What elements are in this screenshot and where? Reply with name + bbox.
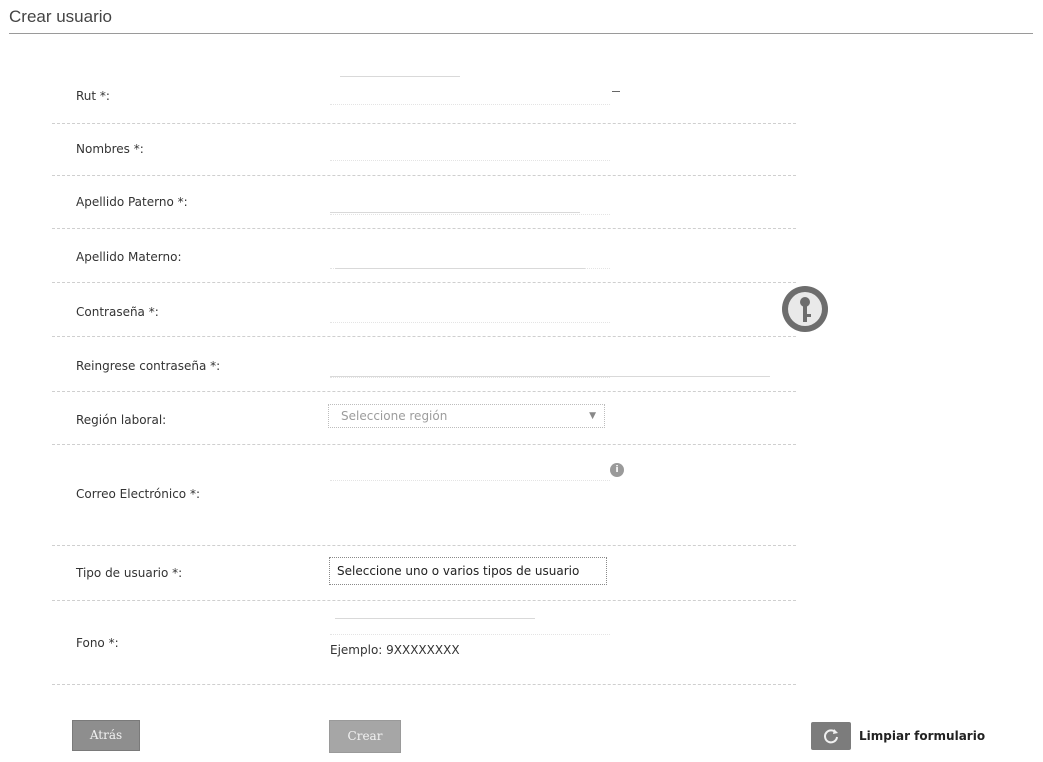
decorative-speck	[335, 268, 585, 269]
refresh-icon	[811, 722, 851, 750]
phone-input[interactable]	[330, 612, 610, 635]
title-divider	[9, 33, 1033, 34]
row-divider	[52, 228, 796, 229]
row-divider	[52, 282, 796, 283]
contrasena-label: Contraseña *:	[76, 305, 159, 319]
phone-example-hint: Ejemplo: 9XXXXXXXX	[330, 643, 460, 657]
decorative-speck	[340, 76, 460, 77]
apellido-paterno-label: Apellido Paterno *:	[76, 195, 188, 209]
create-button[interactable]: Crear	[329, 720, 401, 753]
region-select[interactable]: Seleccione región ▼	[328, 404, 605, 428]
nombres-label: Nombres *:	[76, 142, 144, 156]
region-select-placeholder: Seleccione región	[341, 409, 448, 423]
reingrese-contrasena-label: Reingrese contraseña *:	[76, 359, 221, 373]
user-type-select[interactable]: Seleccione uno o varios tipos de usuario	[329, 557, 607, 585]
page-title: Crear usuario	[9, 7, 112, 26]
row-divider	[52, 175, 796, 176]
apellido-materno-label: Apellido Materno:	[76, 250, 182, 264]
correo-label: Correo Electrónico *:	[76, 487, 201, 501]
decorative-speck	[330, 376, 770, 377]
row-divider	[52, 684, 796, 685]
row-divider	[52, 545, 796, 546]
nombres-input[interactable]	[330, 138, 610, 161]
clear-form-button[interactable]: Limpiar formulario	[811, 722, 985, 750]
row-divider	[52, 600, 796, 601]
decorative-speck	[612, 91, 620, 92]
email-input[interactable]	[330, 458, 610, 481]
row-divider	[52, 123, 796, 124]
fono-label: Fono *:	[76, 636, 119, 650]
decorative-speck	[330, 212, 580, 213]
decorative-speck	[335, 618, 535, 619]
rut-input[interactable]	[330, 82, 610, 105]
apellido-materno-input[interactable]	[330, 246, 610, 269]
row-divider	[52, 444, 796, 445]
row-divider	[52, 391, 796, 392]
back-button[interactable]: Atrás	[72, 720, 140, 751]
tipo-usuario-label: Tipo de usuario *:	[76, 566, 183, 580]
key-icon[interactable]	[782, 286, 828, 332]
password-input[interactable]	[330, 300, 610, 323]
clear-form-label: Limpiar formulario	[859, 729, 986, 743]
rut-label: Rut *:	[76, 89, 110, 103]
confirm-password-input[interactable]	[330, 355, 610, 378]
info-icon[interactable]: i	[610, 463, 624, 477]
region-laboral-label: Región laboral:	[76, 413, 167, 427]
chevron-down-icon: ▼	[589, 411, 596, 421]
row-divider	[52, 336, 796, 337]
